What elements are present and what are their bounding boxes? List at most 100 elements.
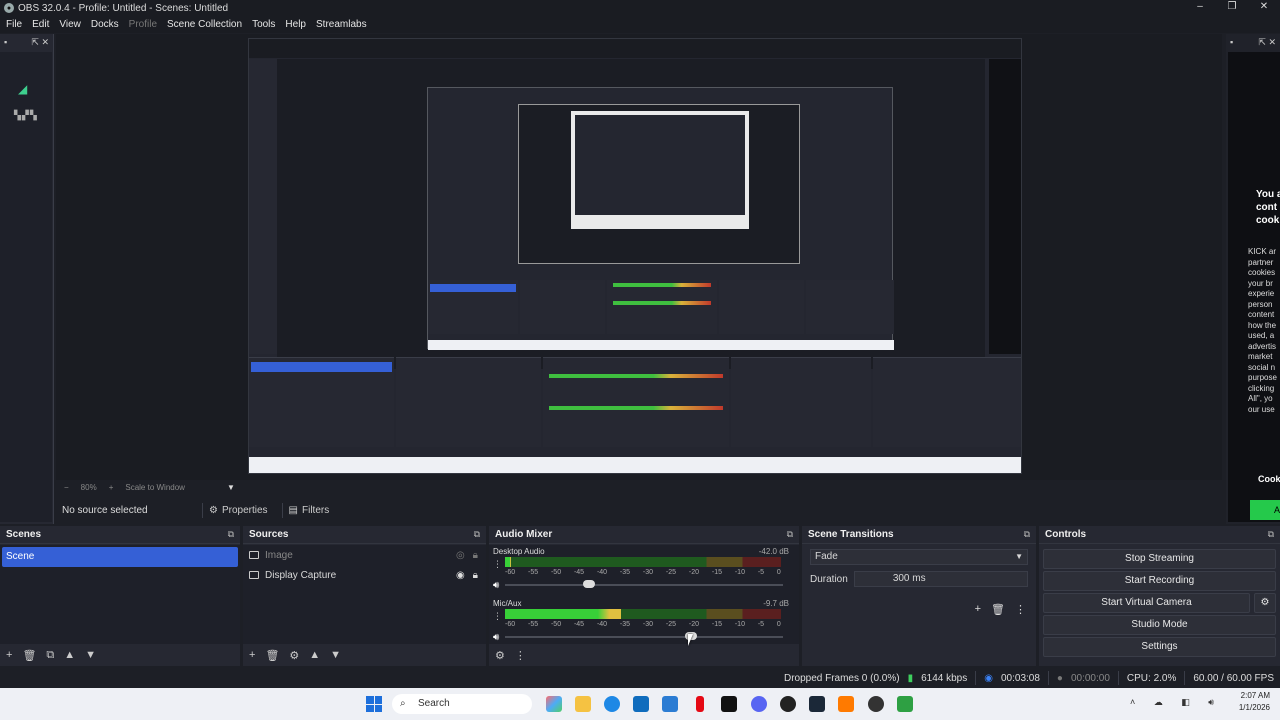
signal-icon: ▮ xyxy=(907,672,914,684)
move-up-button[interactable]: ▲ xyxy=(64,649,75,661)
right-dock-content[interactable]: You a cont cook KICK ar partner cookies … xyxy=(1228,52,1280,522)
source-item-image[interactable]: Image ◎ 🔒︎ xyxy=(243,545,486,565)
mixer-settings-icon[interactable]: ⚙ xyxy=(495,649,505,662)
lock-icon[interactable]: 🔒︎ xyxy=(473,550,478,561)
add-source-button[interactable]: + xyxy=(249,649,255,661)
studio-mode-button[interactable]: Studio Mode xyxy=(1043,615,1276,635)
mixer-menu-icon[interactable]: ⋮ xyxy=(515,649,526,662)
properties-button[interactable]: ⚙ Properties xyxy=(202,502,274,518)
gear-icon: ⚙ xyxy=(209,504,218,516)
lock-icon[interactable]: 🔒︎ xyxy=(473,570,478,581)
scene-item[interactable]: Scene xyxy=(2,547,238,567)
recording-app-icon[interactable] xyxy=(868,696,884,712)
app-icon[interactable] xyxy=(838,696,854,712)
add-scene-button[interactable]: + xyxy=(6,649,12,661)
volume-slider[interactable] xyxy=(505,580,783,588)
menu-docks[interactable]: Docks xyxy=(91,19,119,30)
undock-icon[interactable]: ⧉ xyxy=(1024,529,1030,540)
undock-icon[interactable]: ⧉ xyxy=(1268,529,1274,540)
chrome-icon[interactable] xyxy=(780,696,796,712)
filters-button[interactable]: ▤ Filters xyxy=(281,502,336,518)
dock-controls[interactable]: ⇱ ✕ xyxy=(1258,37,1276,48)
edge-icon[interactable] xyxy=(604,696,620,712)
undock-icon[interactable]: ⧉ xyxy=(474,529,480,540)
menu-streamlabs[interactable]: Streamlabs xyxy=(316,19,367,30)
move-down-button[interactable]: ▼ xyxy=(85,649,96,661)
taskbar-search[interactable]: ⌕ Search xyxy=(392,694,532,714)
dock-controls[interactable]: ⇱ ✕ xyxy=(31,37,49,48)
remove-transition-button[interactable]: 🗑 xyxy=(991,603,1005,616)
start-recording-button[interactable]: Start Recording xyxy=(1043,571,1276,591)
stream-time: 00:03:08 xyxy=(1000,672,1040,684)
dock-menu-icon[interactable]: ▪ xyxy=(1230,37,1233,47)
system-tray-icons[interactable]: ˄ ☁ ◧ 🔊︎ xyxy=(1130,697,1222,708)
maximize-button[interactable]: ❐ xyxy=(1216,0,1248,16)
speaker-icon[interactable]: 🔊︎ xyxy=(493,632,499,643)
add-transition-button[interactable]: + xyxy=(975,603,981,616)
eye-icon[interactable]: ◉ xyxy=(456,570,465,581)
copilot-icon[interactable] xyxy=(546,696,562,712)
close-button[interactable]: ✕ xyxy=(1248,0,1280,16)
transition-select[interactable]: Fade ▼ xyxy=(810,549,1028,565)
transition-menu-icon[interactable]: ⋮ xyxy=(1015,603,1026,616)
scale-tick: -50 xyxy=(550,569,562,576)
windows-start-icon[interactable] xyxy=(366,696,382,712)
undock-icon[interactable]: ⧉ xyxy=(228,529,234,540)
settings-button[interactable]: Settings xyxy=(1043,637,1276,657)
zoom-in-button[interactable]: + xyxy=(109,483,114,492)
dock-menu-icon[interactable]: ▪ xyxy=(4,37,7,47)
move-up-button[interactable]: ▲ xyxy=(309,649,320,661)
source-properties-button[interactable]: ⚙ xyxy=(289,649,299,662)
move-down-button[interactable]: ▼ xyxy=(330,649,341,661)
channel-menu-icon[interactable]: ⋮ xyxy=(493,559,502,570)
monitor-icon xyxy=(249,571,259,579)
source-label: Display Capture xyxy=(265,569,337,581)
clock[interactable]: 2:07 AM 1/1/2026 xyxy=(1239,690,1270,714)
menu-scene-collection[interactable]: Scene Collection xyxy=(167,19,242,30)
cookie-settings-link[interactable]: Cook xyxy=(1258,474,1280,484)
duration-row: Duration 300 ms xyxy=(810,571,1028,587)
left-dock-content[interactable]: ◢ ▚▞▚ xyxy=(0,52,52,522)
zoom-out-button[interactable]: − xyxy=(64,483,69,492)
bitrate: 6144 kbps xyxy=(921,672,968,684)
mixer-title: Audio Mixer xyxy=(495,529,553,540)
scenes-footer: + 🗑 ⧉ ▲ ▼ xyxy=(0,644,240,666)
accept-cookies-button[interactable]: Ac xyxy=(1250,500,1280,520)
minimize-button[interactable]: – xyxy=(1184,0,1216,16)
menu-edit[interactable]: Edit xyxy=(32,19,49,30)
steam-icon[interactable] xyxy=(809,696,825,712)
menu-view[interactable]: View xyxy=(59,19,81,30)
source-item-display-capture[interactable]: Display Capture ◉ 🔒︎ xyxy=(243,565,486,585)
menu-file[interactable]: File xyxy=(6,19,22,30)
store-icon[interactable] xyxy=(633,696,649,712)
nested-preview xyxy=(277,59,985,369)
netflix-icon[interactable] xyxy=(696,696,704,712)
app-green-icon[interactable] xyxy=(897,696,913,712)
start-virtual-camera-button[interactable]: Start Virtual Camera xyxy=(1043,593,1250,613)
chevron-down-icon[interactable]: ▼ xyxy=(227,483,235,492)
remove-scene-button[interactable]: 🗑 xyxy=(22,649,36,662)
scale-tick: -35 xyxy=(619,569,631,576)
menu-profile[interactable]: Profile xyxy=(129,19,157,30)
outlook-icon[interactable] xyxy=(662,696,678,712)
remove-source-button[interactable]: 🗑 xyxy=(265,649,279,662)
nested2-preview xyxy=(518,104,800,264)
menu-tools[interactable]: Tools xyxy=(252,19,275,30)
virtual-camera-settings-icon[interactable]: ⚙ xyxy=(1254,593,1276,613)
channel-menu-icon[interactable]: ⋮ xyxy=(493,611,502,622)
transition-value: Fade xyxy=(815,551,838,562)
speaker-icon[interactable]: 🔊︎ xyxy=(493,580,499,591)
discord-icon[interactable] xyxy=(751,696,767,712)
eye-hidden-icon[interactable]: ◎ xyxy=(456,550,465,561)
menu-help[interactable]: Help xyxy=(285,19,306,30)
duration-input[interactable]: 300 ms xyxy=(853,571,1028,587)
volume-slider[interactable] xyxy=(505,632,783,640)
volume-thumb[interactable] xyxy=(582,580,595,588)
obs-taskbar-icon[interactable] xyxy=(721,696,737,712)
nested-taskbar xyxy=(249,457,1021,473)
scene-filters-button[interactable]: ⧉ xyxy=(46,649,54,662)
file-explorer-icon[interactable] xyxy=(575,696,591,712)
undock-icon[interactable]: ⧉ xyxy=(787,529,793,540)
stop-streaming-button[interactable]: Stop Streaming xyxy=(1043,549,1276,569)
scale-to-window[interactable]: Scale to Window xyxy=(125,483,185,492)
